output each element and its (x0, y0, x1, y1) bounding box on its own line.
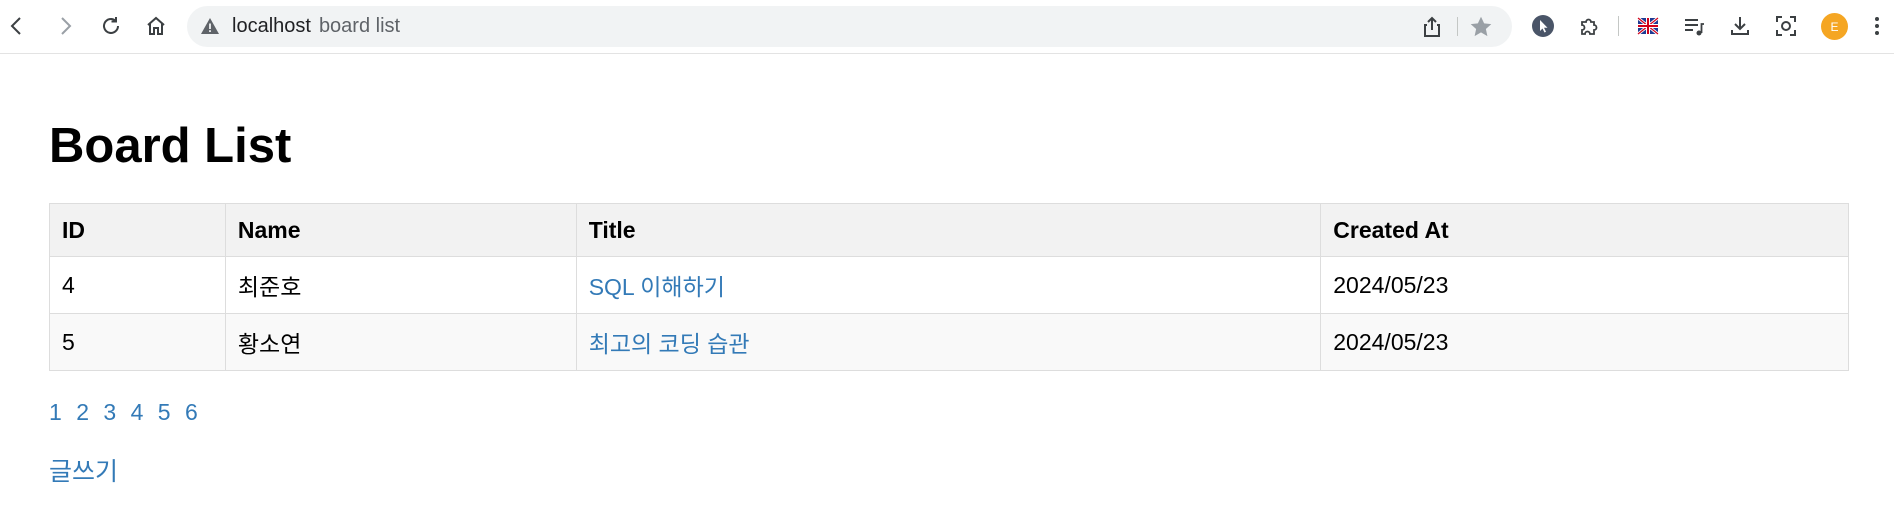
translate-flag-icon[interactable] (1631, 9, 1665, 43)
media-playlist-icon[interactable] (1677, 9, 1711, 43)
forward-icon[interactable] (48, 9, 82, 43)
url-path: board list (318, 15, 401, 37)
table-row: 4 최준호 SQL 이해하기 2024/05/23 (49, 256, 1849, 314)
cell-title: 최고의 코딩 습관 (575, 313, 1322, 371)
page-link-5[interactable]: 5 (158, 399, 171, 425)
reload-icon[interactable] (94, 9, 128, 43)
page-link-2[interactable]: 2 (76, 399, 89, 425)
url-host: localhost (232, 15, 311, 37)
page-link-3[interactable]: 3 (103, 399, 116, 425)
column-header-name: Name (224, 203, 577, 257)
url-text[interactable]: localhost board list (232, 6, 400, 47)
toolbar-divider (1618, 16, 1619, 36)
screenshot-icon[interactable] (1769, 9, 1803, 43)
write-post-link[interactable]: 글쓰기 (49, 452, 118, 488)
table-row: 5 황소연 최고의 코딩 습관 2024/05/23 (49, 313, 1849, 371)
browser-toolbar: localhost board list E (0, 0, 1894, 54)
cell-id: 5 (49, 313, 226, 371)
cell-title: SQL 이해하기 (575, 256, 1322, 314)
cell-created-at: 2024/05/23 (1320, 313, 1849, 371)
board-table: ID Name Title Created At 4 최준호 SQL 이해하기 … (49, 203, 1849, 371)
omnibox-divider (1457, 17, 1458, 36)
page-link-6[interactable]: 6 (185, 399, 198, 425)
page-link-4[interactable]: 4 (131, 399, 144, 425)
home-icon[interactable] (139, 9, 173, 43)
column-header-id: ID (49, 203, 226, 257)
page-title: Board List (49, 119, 292, 173)
profile-avatar[interactable]: E (1821, 13, 1848, 40)
pagination: 1 2 3 4 5 6 (49, 399, 206, 426)
bookmark-star-icon[interactable] (1468, 14, 1494, 40)
warning-icon[interactable] (200, 16, 220, 36)
post-title-link[interactable]: 최고의 코딩 습관 (589, 331, 750, 357)
table-header-row: ID Name Title Created At (49, 203, 1849, 257)
cell-id: 4 (49, 256, 226, 314)
cell-created-at: 2024/05/23 (1320, 256, 1849, 314)
extensions-puzzle-icon[interactable] (1572, 9, 1606, 43)
back-icon[interactable] (0, 9, 34, 43)
extension-cursor-icon[interactable] (1526, 9, 1560, 43)
download-icon[interactable] (1723, 9, 1757, 43)
page-link-1[interactable]: 1 (49, 399, 62, 425)
cell-name: 최준호 (224, 256, 577, 314)
post-title-link[interactable]: SQL 이해하기 (589, 274, 725, 300)
cell-name: 황소연 (224, 313, 577, 371)
column-header-title: Title (575, 203, 1322, 257)
address-bar[interactable]: localhost board list (187, 6, 1512, 47)
column-header-created-at: Created At (1320, 203, 1849, 257)
menu-kebab-icon[interactable] (1862, 9, 1892, 43)
share-icon[interactable] (1420, 15, 1444, 39)
